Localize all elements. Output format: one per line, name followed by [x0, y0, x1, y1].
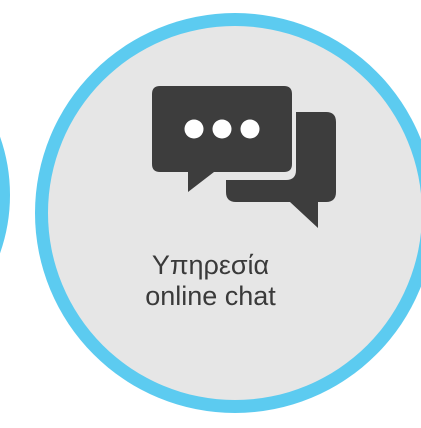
previous-service-tile[interactable]	[0, 20, 10, 370]
chat-bubbles-icon	[152, 86, 336, 228]
label-line-1: Υπηρεσία	[151, 250, 270, 280]
online-chat-label: Υπηρεσία online chat	[0, 250, 421, 312]
screen: Υπηρεσία online chat	[0, 0, 421, 428]
label-line-2: online chat	[145, 281, 276, 311]
